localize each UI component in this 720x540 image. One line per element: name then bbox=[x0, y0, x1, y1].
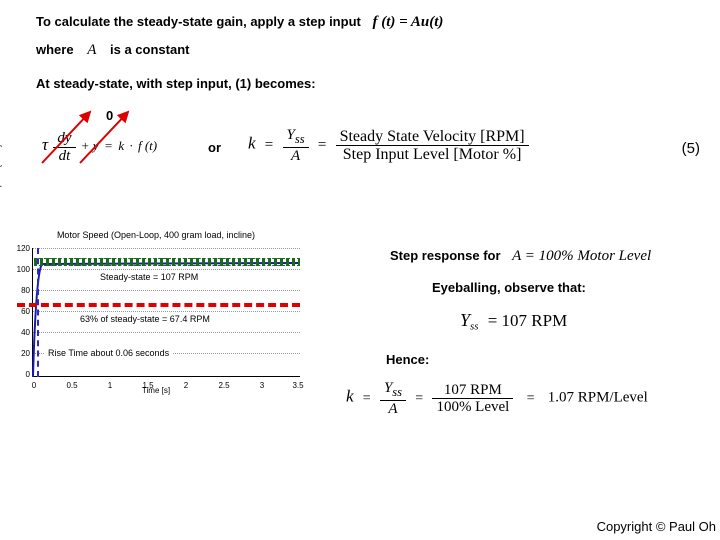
result: 1.07 RPM/Level bbox=[548, 390, 648, 406]
chart: Motor Speed (Open-Loop, 400 gram load, i… bbox=[6, 230, 306, 395]
zero: 0 bbox=[106, 108, 113, 123]
ft-eq: f (t) = Au(t) bbox=[372, 14, 443, 30]
ann-63: 63% of steady-state = 67.4 RPM bbox=[76, 312, 214, 326]
line1: To calculate the steady-state gain, appl… bbox=[36, 14, 443, 31]
eq-cancelled: τ dy dt + y = k · f (t) bbox=[42, 130, 157, 164]
where: where bbox=[36, 42, 74, 57]
ann-rise: Rise Time about 0.06 seconds bbox=[44, 346, 173, 360]
eq1: = bbox=[265, 137, 273, 153]
yss-107: Yss = 107 RPM bbox=[460, 310, 567, 333]
is-constant: is a constant bbox=[110, 42, 189, 57]
dy: dy bbox=[53, 130, 75, 148]
copyright: Copyright © Paul Oh bbox=[597, 519, 716, 534]
final-eq: k = Yss A = 107 RPM 100% Level = 1.07 RP… bbox=[346, 380, 648, 417]
ylabel: Motor Speed [RPM] bbox=[0, 120, 2, 240]
slide: To calculate the steady-state gain, appl… bbox=[0, 0, 720, 540]
y: y bbox=[93, 138, 99, 153]
hence: Hence: bbox=[386, 352, 429, 367]
A-100: A = 100% Motor Level bbox=[512, 248, 651, 264]
eyeball: Eyeballing, observe that: bbox=[432, 280, 586, 295]
toler-band bbox=[34, 258, 300, 266]
ann-steady: Steady-state = 107 RPM bbox=[96, 270, 202, 284]
line1-text: To calculate the steady-state gain, appl… bbox=[36, 14, 361, 29]
steady-63-line bbox=[17, 303, 300, 307]
ft: f (t) bbox=[138, 138, 157, 153]
plus: + bbox=[81, 138, 90, 153]
eq5: k = Yss A = Steady State Velocity [RPM] … bbox=[248, 127, 529, 164]
or: or bbox=[208, 140, 221, 155]
eq5-label: (5) bbox=[682, 140, 700, 157]
chart-title: Motor Speed (Open-Loop, 400 gram load, i… bbox=[6, 230, 306, 240]
ss-text-num: Steady State Velocity [RPM] bbox=[336, 128, 529, 147]
ss-text-den: Step Input Level [Motor %] bbox=[336, 146, 529, 164]
A-const: A bbox=[87, 42, 96, 58]
rise-time-line bbox=[37, 248, 39, 377]
eq: = bbox=[105, 138, 112, 153]
A-den: A bbox=[283, 148, 309, 165]
k: k bbox=[248, 134, 256, 153]
dot: · bbox=[129, 138, 132, 153]
line3: At steady-state, with step input, (1) be… bbox=[36, 76, 316, 91]
eq2: = bbox=[318, 137, 326, 153]
tau: τ bbox=[42, 135, 48, 154]
Yss-num: Y bbox=[287, 127, 295, 143]
line2: where A is a constant bbox=[36, 42, 189, 59]
step-resp: Step response for A = 100% Motor Level bbox=[390, 248, 651, 265]
dt: dt bbox=[53, 148, 75, 165]
k: k bbox=[118, 138, 124, 153]
